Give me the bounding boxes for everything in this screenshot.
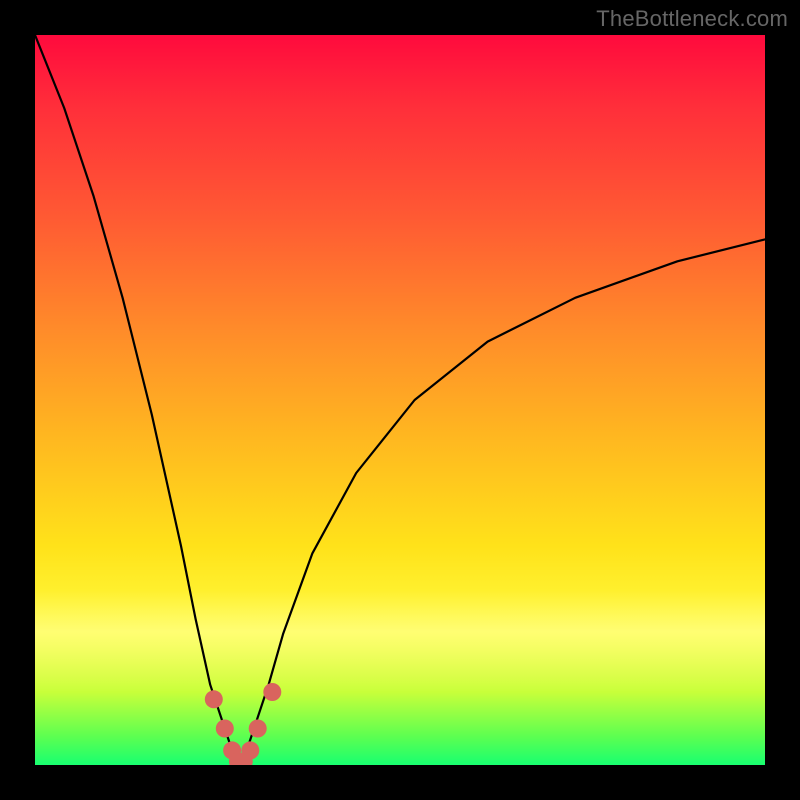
highlight-dot xyxy=(263,683,281,701)
curve-group xyxy=(35,35,765,765)
curve-layer xyxy=(35,35,765,765)
bottleneck-curve xyxy=(35,35,765,765)
highlight-dot xyxy=(216,720,234,738)
highlight-dot xyxy=(205,690,223,708)
highlight-dot-group xyxy=(205,683,281,765)
plot-area xyxy=(35,35,765,765)
watermark-text: TheBottleneck.com xyxy=(596,6,788,32)
highlight-dot xyxy=(249,720,267,738)
highlight-dot xyxy=(241,741,259,759)
chart-stage: TheBottleneck.com xyxy=(0,0,800,800)
